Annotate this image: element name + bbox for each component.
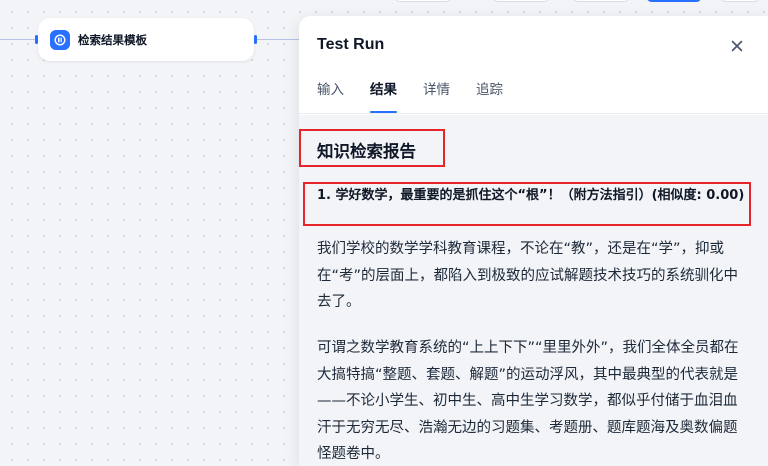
result-paragraph-2: 可谓之数学教育系统的“上上下下”“里里外外”，我们全体全员都在大搞特搞“整题、套… — [317, 340, 739, 462]
output-handle[interactable] — [254, 35, 257, 44]
tab-detail[interactable]: 详情 — [423, 78, 450, 113]
toolbar-button[interactable] — [720, 0, 760, 2]
result-content[interactable]: 知识检索报告 1. 学好数学，最重要的是抓住这个“根”！（附方法指引）(相似度:… — [299, 115, 768, 466]
top-toolbar — [380, 0, 768, 3]
node-title: 检索结果模板 — [78, 32, 147, 47]
workflow-node-template[interactable]: 检索结果模板 — [38, 18, 254, 61]
toolbar-button[interactable] — [572, 0, 630, 2]
tab-tracing[interactable]: 追踪 — [476, 78, 503, 113]
outgoing-edge — [256, 39, 299, 40]
panel-title: Test Run — [317, 36, 385, 53]
test-run-panel: Test Run 输入 结果 详情 追踪 知识检索报告 1. 学好数学，最重要的… — [299, 16, 768, 466]
result-item-title: 1. 学好数学，最重要的是抓住这个“根”！（附方法指引）(相似度: 0.00) — [303, 182, 751, 226]
close-icon[interactable] — [730, 38, 744, 52]
report-heading: 知识检索报告 — [299, 129, 445, 167]
toolbar-button[interactable] — [492, 0, 550, 2]
panel-tabs: 输入 结果 详情 追踪 — [317, 78, 529, 113]
result-paragraph-1: 我们学校的数学学科教育课程，不论在“教”，还是在“学”，抑或在“考”的层面上，都… — [317, 241, 739, 310]
toolbar-primary-button[interactable] — [646, 0, 702, 2]
tab-result[interactable]: 结果 — [370, 78, 397, 113]
incoming-edge — [0, 39, 36, 40]
panel-header: Test Run 输入 结果 详情 追踪 — [299, 16, 768, 114]
toolbar-button[interactable] — [394, 0, 452, 2]
document-icon — [50, 29, 70, 50]
tab-input[interactable]: 输入 — [317, 78, 344, 113]
